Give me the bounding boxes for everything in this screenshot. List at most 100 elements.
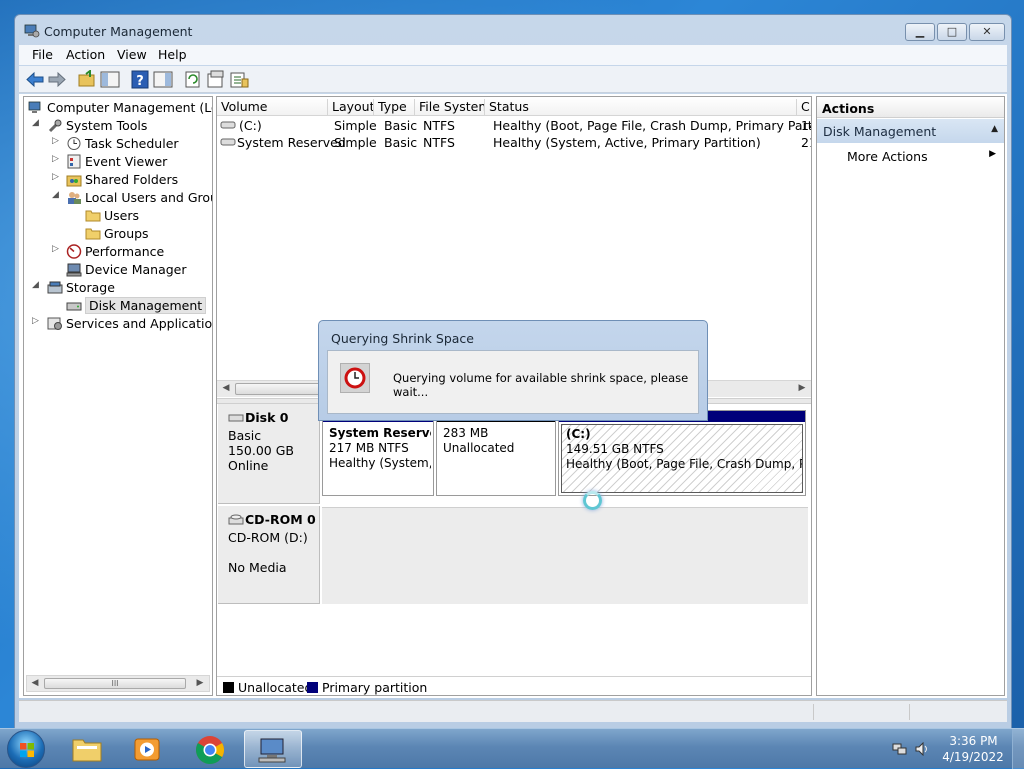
scroll-right-icon[interactable]: ▶ (194, 678, 206, 688)
column-header-volume[interactable]: Volume (217, 99, 328, 115)
disk-status: No Media (228, 560, 287, 575)
partition-status: Unallocated (443, 441, 515, 455)
show-desktop-button[interactable] (1012, 729, 1024, 769)
expand-icon[interactable]: ▷ (52, 136, 62, 146)
taskbar-explorer[interactable] (58, 730, 116, 768)
forward-icon[interactable] (47, 70, 67, 89)
column-header-type[interactable]: Type (374, 99, 415, 115)
querying-shrink-space-dialog: Querying Shrink Space Querying volume fo… (318, 320, 708, 421)
scroll-right-icon[interactable]: ▶ (796, 383, 808, 393)
legend-swatch-unallocated (223, 682, 234, 693)
taskbar-chrome[interactable] (181, 730, 239, 768)
tree-item-label: Local Users and Groups (85, 190, 212, 205)
menu-file[interactable]: File (32, 47, 53, 62)
cell-status: Healthy (Boot, Page File, Crash Dump, Pr… (493, 118, 812, 133)
volume-row[interactable]: System Reserved Simple Basic NTFS Health… (217, 134, 811, 151)
cell-file-system: NTFS (423, 135, 455, 150)
disk-type: Basic (228, 428, 262, 443)
legend-label-unallocated: Unallocated (238, 680, 313, 695)
disk-name: CD-ROM 0 (245, 512, 316, 527)
disk-status: Online (228, 458, 269, 473)
tree-item-label: Computer Management (Local (47, 100, 212, 115)
partition-unallocated[interactable]: 283 MB Unallocated (436, 410, 556, 496)
actions-pane: Actions Disk Management ▲ More Actions ▶ (816, 96, 1005, 696)
menu-action[interactable]: Action (66, 47, 105, 62)
collapse-icon[interactable]: ◢ (32, 280, 42, 290)
column-header-status[interactable]: Status (485, 99, 797, 115)
column-header-layout[interactable]: Layout (328, 99, 374, 115)
minimize-button[interactable]: ▁ (905, 23, 935, 41)
back-icon[interactable] (25, 70, 45, 89)
cdrom-0-label[interactable]: CD-ROM 0 CD-ROM (D:) No Media (218, 506, 320, 604)
tree-item-label: System Tools (66, 118, 148, 133)
scroll-left-icon[interactable]: ◀ (29, 678, 41, 688)
disk-0-label[interactable]: Disk 0 Basic 150.00 GB Online (218, 404, 320, 504)
export-list-icon[interactable] (229, 70, 249, 89)
refresh-icon[interactable] (183, 70, 203, 89)
storage-icon (47, 281, 63, 294)
collapse-icon[interactable]: ◢ (32, 118, 42, 128)
collapse-icon[interactable]: ◢ (52, 190, 62, 200)
computer-management-icon (24, 24, 40, 38)
expand-icon[interactable]: ▷ (52, 172, 62, 182)
partition-size: 283 MB (443, 426, 489, 440)
dialog-body: Querying volume for available shrink spa… (327, 350, 699, 414)
folder-icon (85, 228, 101, 240)
menu-view[interactable]: View (117, 47, 147, 62)
disk-size: 150.00 GB (228, 443, 294, 458)
performance-icon (66, 244, 82, 259)
more-actions-item[interactable]: More Actions (847, 149, 928, 164)
partition-c-drive[interactable]: (C:) 149.51 GB NTFS Healthy (Boot, Page … (558, 410, 806, 496)
help-icon[interactable]: ? (130, 70, 150, 89)
menu-help[interactable]: Help (158, 47, 187, 62)
disk-management-icon (66, 302, 82, 311)
expand-icon[interactable]: ▷ (52, 154, 62, 164)
collapse-up-icon[interactable]: ▲ (991, 124, 998, 134)
windows-logo-icon (20, 743, 34, 757)
tree-item-label: Disk Management (85, 297, 207, 314)
legend: Unallocated Primary partition (217, 676, 811, 695)
start-button[interactable] (7, 730, 45, 768)
submenu-arrow-icon: ▶ (989, 149, 996, 159)
partition-status: Healthy (Boot, Page File, Crash Dump, Pr… (566, 457, 802, 471)
properties-icon[interactable] (206, 70, 226, 89)
scrollbar-thumb[interactable]: III (44, 678, 186, 689)
taskbar-media-player[interactable] (118, 730, 176, 768)
users-icon (68, 192, 81, 204)
cell-capacity: 21 (801, 135, 811, 150)
folder-icon (85, 210, 101, 222)
cell-file-system: NTFS (423, 118, 455, 133)
busy-cursor-icon (583, 491, 602, 510)
column-header-file-system[interactable]: File System (415, 99, 485, 115)
media-player-icon (134, 738, 160, 761)
show-hide-action-icon[interactable] (153, 70, 173, 89)
actions-section-disk-management[interactable]: Disk Management ▲ (817, 119, 1004, 143)
disk-graphical-view: Disk 0 Basic 150.00 GB Online System Res… (217, 404, 811, 676)
expand-icon[interactable]: ▷ (32, 316, 42, 326)
expand-icon[interactable]: ▷ (52, 244, 62, 254)
column-header-capacity[interactable]: C (797, 99, 811, 115)
network-icon[interactable] (892, 742, 907, 756)
volume-icon[interactable] (915, 742, 930, 756)
show-hide-tree-icon[interactable] (100, 70, 120, 89)
clock-time[interactable]: 3:36 PM (946, 734, 1001, 748)
computer-management-icon (28, 101, 41, 113)
services-icon (47, 317, 62, 330)
close-button[interactable]: ✕ (969, 23, 1005, 41)
volume-row[interactable]: (C:) Simple Basic NTFS Healthy (Boot, Pa… (217, 117, 812, 134)
cdrom-icon (228, 514, 244, 525)
actions-section-label: Disk Management (823, 124, 937, 139)
cell-status: Healthy (System, Active, Primary Partiti… (493, 135, 761, 150)
scroll-left-icon[interactable]: ◀ (220, 383, 232, 393)
explorer-icon (72, 739, 102, 762)
partition-system-reserved[interactable]: System Reserved 217 MB NTFS Healthy (Sys… (322, 410, 434, 496)
up-folder-icon[interactable] (77, 70, 97, 89)
tree-horizontal-scrollbar[interactable]: ◀ III ▶ (26, 675, 210, 692)
title-bar[interactable]: Computer Management ▁ □ ✕ (15, 15, 1011, 45)
clock-date[interactable]: 4/19/2022 (940, 750, 1006, 764)
disk-name: Disk 0 (245, 410, 289, 425)
system-tools-icon (48, 119, 62, 133)
maximize-button[interactable]: □ (937, 23, 967, 41)
tree-item-label: Device Manager (85, 262, 187, 277)
taskbar-computer-management[interactable] (244, 730, 302, 768)
